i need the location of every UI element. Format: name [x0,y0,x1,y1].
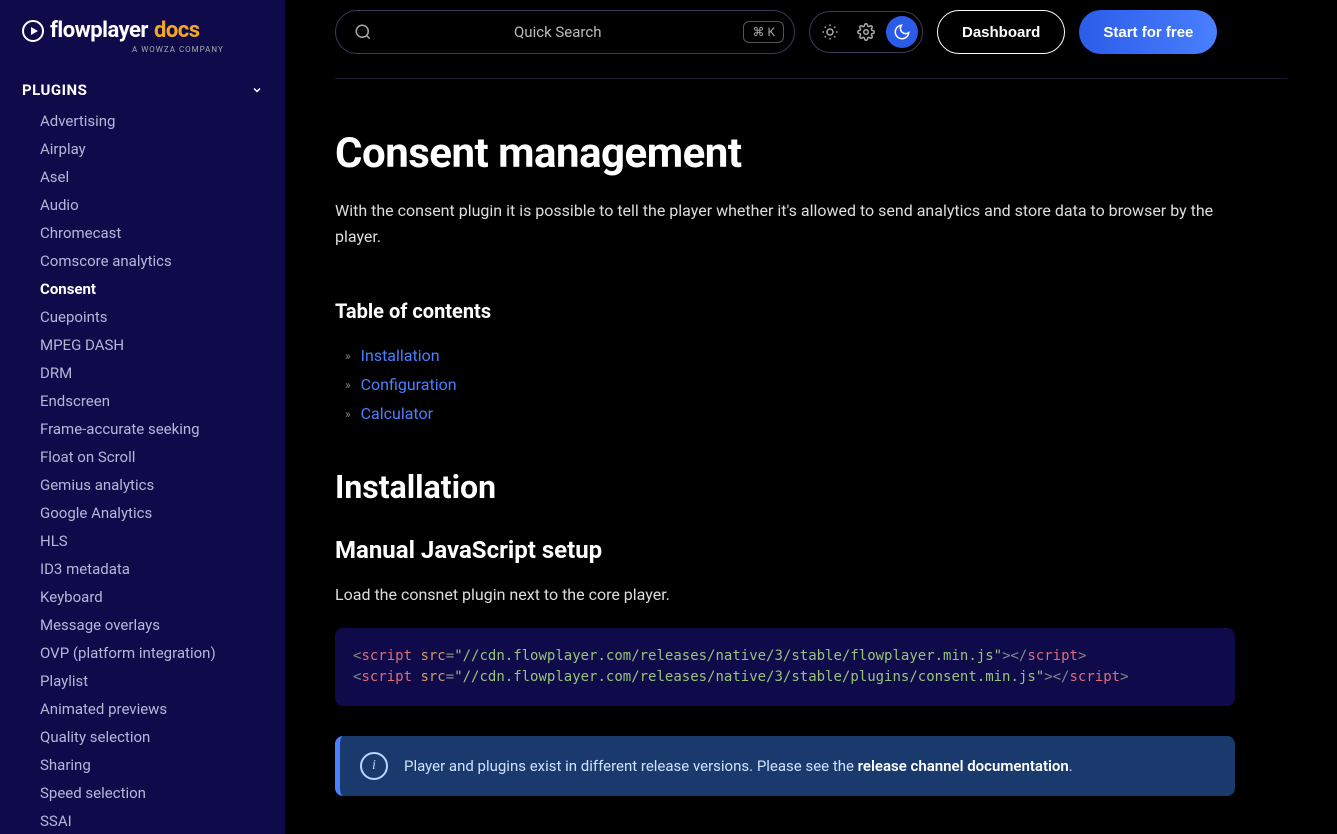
sidebar-section-plugins[interactable]: PLUGINS [0,73,285,107]
sidebar-item[interactable]: SSAI [0,807,285,834]
sun-icon [821,23,839,41]
chevron-right-icon: » [345,378,351,392]
search-kbd: ⌘ K [743,21,784,43]
logo-subtitle: A WOWZA COMPANY [132,45,224,54]
logo-main: flowplayer [50,18,148,43]
code-block: <script src="//cdn.flowplayer.com/releas… [335,628,1235,706]
toc-link[interactable]: Installation [361,346,440,365]
sidebar-item[interactable]: DRM [0,359,285,387]
dashboard-button[interactable]: Dashboard [937,10,1065,54]
play-icon [22,20,44,42]
sidebar-section-label: PLUGINS [22,81,87,99]
sidebar-item[interactable]: Comscore analytics [0,247,285,275]
sidebar-item[interactable]: Animated previews [0,695,285,723]
chevron-down-icon [251,84,263,96]
logo[interactable]: flowplayer docs A WOWZA COMPANY [0,18,285,73]
sidebar-item[interactable]: Advertising [0,107,285,135]
sidebar-item[interactable]: HLS [0,527,285,555]
sidebar-item[interactable]: Airplay [0,135,285,163]
info-callout: i Player and plugins exist in different … [335,736,1235,796]
toc-item: » Calculator [335,399,1235,428]
theme-system-button[interactable] [850,16,882,48]
sidebar-item[interactable]: Message overlays [0,611,285,639]
sidebar: flowplayer docs A WOWZA COMPANY PLUGINS … [0,0,285,834]
sidebar-item[interactable]: Speed selection [0,779,285,807]
search-input[interactable]: Quick Search ⌘ K [335,10,795,54]
start-free-button[interactable]: Start for free [1079,10,1217,54]
toc-heading: Table of contents [335,299,1235,323]
sidebar-item[interactable]: ID3 metadata [0,555,285,583]
sidebar-item[interactable]: Cuepoints [0,303,285,331]
sidebar-item[interactable]: Sharing [0,751,285,779]
sidebar-item[interactable]: MPEG DASH [0,331,285,359]
info-icon: i [360,752,388,780]
toc-item: » Installation [335,341,1235,370]
sidebar-item[interactable]: Endscreen [0,387,285,415]
main-content: Quick Search ⌘ K Dashboard Start for fre… [285,0,1337,834]
sidebar-nav: AdvertisingAirplayAselAudioChromecastCom… [0,107,285,834]
sidebar-item[interactable]: Audio [0,191,285,219]
search-placeholder: Quick Search [372,23,743,41]
manual-setup-text: Load the consnet plugin next to the core… [335,582,1235,608]
logo-suffix: docs [154,18,200,43]
sidebar-item[interactable]: Asel [0,163,285,191]
sidebar-item[interactable]: Quality selection [0,723,285,751]
chevron-right-icon: » [345,349,351,363]
topbar: Quick Search ⌘ K Dashboard Start for fre… [335,10,1287,79]
theme-switcher [809,11,923,53]
sidebar-item[interactable]: Chromecast [0,219,285,247]
gear-icon [857,23,875,41]
sidebar-item[interactable]: Keyboard [0,583,285,611]
page-intro: With the consent plugin it is possible t… [335,198,1235,249]
callout-text: Player and plugins exist in different re… [404,757,1073,775]
toc-link[interactable]: Configuration [361,375,457,394]
toc-link[interactable]: Calculator [361,404,433,423]
theme-dark-button[interactable] [886,16,918,48]
toc-list: » Installation » Configuration » Calculator [335,341,1235,428]
article: Consent management With the consent plug… [335,129,1235,796]
theme-light-button[interactable] [814,16,846,48]
sidebar-item[interactable]: Google Analytics [0,499,285,527]
sidebar-item[interactable]: Playlist [0,667,285,695]
moon-icon [893,23,911,41]
chevron-right-icon: » [345,407,351,421]
sidebar-item[interactable]: OVP (platform integration) [0,639,285,667]
callout-link[interactable]: release channel documentation [858,757,1069,775]
page-title: Consent management [335,129,1235,178]
manual-setup-heading: Manual JavaScript setup [335,536,1235,564]
sidebar-item[interactable]: Float on Scroll [0,443,285,471]
sidebar-item[interactable]: Frame-accurate seeking [0,415,285,443]
installation-heading: Installation [335,468,1235,506]
sidebar-item[interactable]: Gemius analytics [0,471,285,499]
toc-item: » Configuration [335,370,1235,399]
sidebar-item[interactable]: Consent [0,275,285,303]
search-icon [354,23,372,41]
